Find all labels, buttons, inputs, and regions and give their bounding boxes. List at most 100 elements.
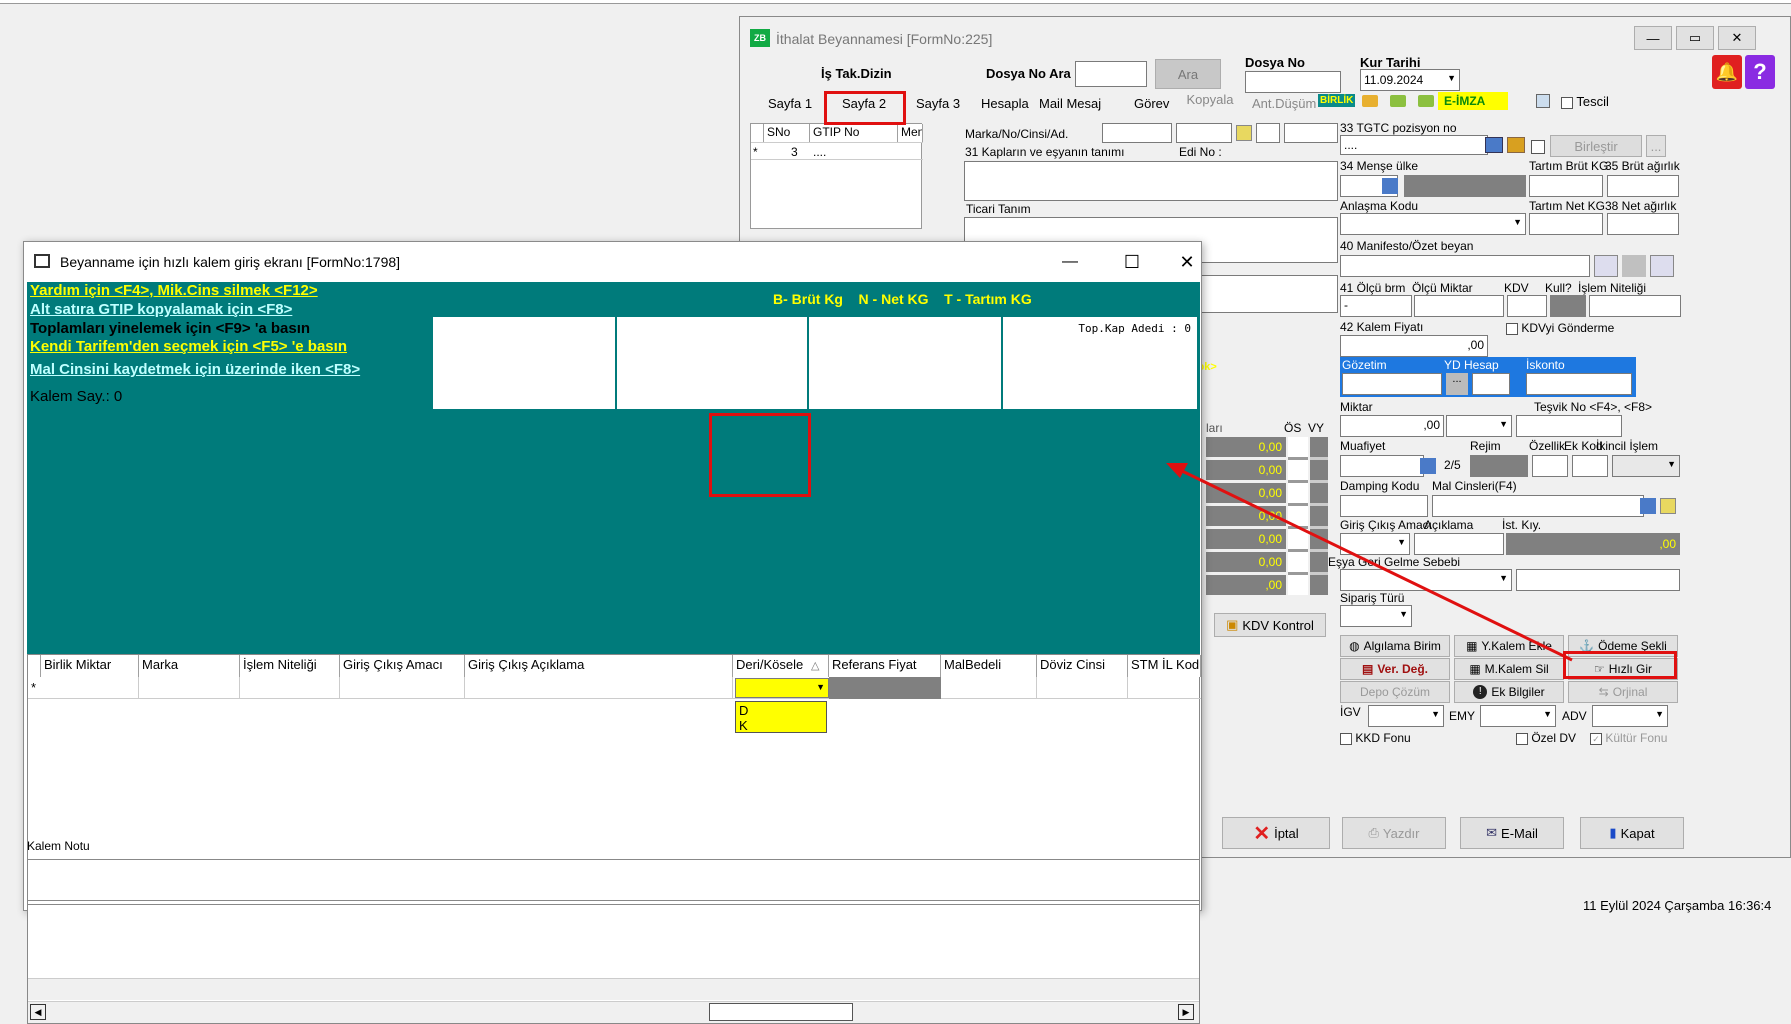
giris-cikis-dropdown[interactable]: [1340, 533, 1410, 555]
folder-export-icon[interactable]: [1418, 95, 1434, 107]
row-cell-amaci[interactable]: [340, 677, 465, 699]
ara-button[interactable]: Ara: [1155, 59, 1221, 89]
ozellik-input[interactable]: [1532, 455, 1568, 477]
birlestir-more-button[interactable]: ...: [1646, 135, 1666, 157]
col-deri-kosele[interactable]: Deri/Kösele △: [733, 655, 829, 677]
tab-gorev[interactable]: Görev: [1128, 92, 1175, 115]
anlasma-dropdown[interactable]: [1340, 213, 1526, 235]
row-cell-malbedeli[interactable]: [941, 677, 1037, 699]
is-tak-dizin-label[interactable]: İş Tak.Dizin: [821, 66, 892, 81]
grid-row[interactable]: * 3 ....: [751, 142, 923, 160]
col-birlik-miktar[interactable]: Birlik Miktar: [41, 655, 139, 677]
tab-sayfa-3[interactable]: Sayfa 3: [910, 92, 966, 115]
row-cell-birlik[interactable]: [41, 677, 139, 699]
kultur-fonu-checkbox[interactable]: ✓ Kültür Fonu: [1590, 731, 1667, 745]
igv-dropdown[interactable]: [1368, 705, 1444, 727]
kdv-input[interactable]: [1507, 295, 1547, 317]
ikincil-dropdown[interactable]: [1612, 455, 1680, 477]
col-islem-niteligi[interactable]: İşlem Niteliği: [240, 655, 340, 677]
islem-niteligi-input[interactable]: [1589, 295, 1681, 317]
mense-list-icon[interactable]: [1382, 178, 1398, 194]
dosya-no-ara-input[interactable]: [1075, 61, 1147, 87]
ver-deg-button[interactable]: ▤ Ver. Değ.: [1340, 658, 1450, 680]
olcu-brm-input[interactable]: -: [1340, 295, 1412, 317]
yazdir-button[interactable]: ⎙ Yazdır: [1342, 817, 1446, 849]
tesvik-input[interactable]: [1516, 415, 1622, 437]
kdv-kontrol-button[interactable]: ▣ KDV Kontrol: [1214, 613, 1326, 637]
tartim-brut-input[interactable]: [1529, 175, 1603, 197]
row-cell-doviz[interactable]: [1037, 677, 1128, 699]
kdvyi-gonderme-checkbox[interactable]: KDVyi Gönderme: [1506, 321, 1614, 335]
damping-input[interactable]: [1340, 495, 1428, 517]
hizli-gir-button[interactable]: ☞ Hızlı Gir: [1568, 658, 1678, 680]
maximize-button[interactable]: ▭: [1676, 26, 1714, 50]
iptal-button[interactable]: ✕ İptal: [1222, 817, 1330, 849]
miktar-unit-dropdown[interactable]: [1446, 415, 1512, 437]
dosya-no-input[interactable]: [1245, 71, 1341, 93]
brut-agirlik-input[interactable]: [1607, 175, 1679, 197]
muafiyet-input[interactable]: [1340, 455, 1424, 477]
tescil-checkbox[interactable]: Tescil: [1561, 94, 1609, 109]
help-icon[interactable]: ?: [1745, 55, 1775, 89]
tab-mail-mesaj[interactable]: Mail Mesaj: [1033, 92, 1107, 115]
adv-dropdown[interactable]: [1592, 705, 1668, 727]
aciklama-input[interactable]: [1414, 533, 1504, 555]
ek-bilgiler-button[interactable]: ! Ek Bilgiler: [1454, 681, 1564, 703]
esya-geri-input[interactable]: [1516, 569, 1680, 591]
kkd-fonu-checkbox[interactable]: KKD Fonu: [1340, 731, 1411, 745]
os-checkbox-column[interactable]: [1288, 437, 1308, 595]
e-imza-button[interactable]: E-İMZA: [1438, 92, 1508, 110]
algilama-birim-button[interactable]: ◍ Algılama Birim: [1340, 635, 1450, 657]
kur-tarihi-dropdown[interactable]: 11.09.2024: [1360, 69, 1460, 91]
col-stm-il-kodu[interactable]: STM İL Kodu: [1128, 655, 1201, 677]
scroll-left-arrow[interactable]: ◀: [30, 1004, 46, 1020]
emy-dropdown[interactable]: [1480, 705, 1556, 727]
folder-icon[interactable]: [1362, 95, 1378, 107]
row-cell-marka[interactable]: [139, 677, 240, 699]
manifesto-export-icon[interactable]: [1650, 255, 1674, 277]
list-icon[interactable]: [1485, 137, 1503, 153]
mal-cinsleri-input[interactable]: [1432, 495, 1644, 517]
muafiyet-list-icon[interactable]: [1420, 458, 1436, 474]
grid-header-gtip[interactable]: GTIP No: [810, 124, 898, 142]
option-d[interactable]: D: [739, 703, 748, 718]
depo-cozum-button[interactable]: Depo Çözüm: [1340, 681, 1450, 703]
mal-cinsleri-edit-icon[interactable]: [1660, 498, 1676, 514]
scroll-right-arrow[interactable]: ▶: [1178, 1004, 1194, 1020]
ek-kod-input[interactable]: [1572, 455, 1608, 477]
tgtc-input[interactable]: ....: [1340, 135, 1488, 155]
esya-geri-dropdown[interactable]: [1340, 569, 1512, 591]
tartim-net-input[interactable]: [1529, 213, 1603, 235]
iskonto-input[interactable]: [1526, 373, 1632, 395]
y-kalem-ekle-button[interactable]: ▦ Y.Kalem Ekle: [1454, 635, 1564, 657]
ozel-dv-checkbox[interactable]: Özel DV: [1516, 731, 1576, 745]
tab-hesapla[interactable]: Hesapla: [975, 92, 1035, 115]
dialog-minimize-button[interactable]: —: [1050, 248, 1090, 276]
marka-input-4[interactable]: [1284, 123, 1338, 143]
kalem-notu-input[interactable]: [27, 859, 1200, 901]
tgtc-checkbox[interactable]: [1531, 138, 1545, 154]
e-mail-button[interactable]: ✉ E-Mail: [1460, 817, 1564, 849]
miktar-input[interactable]: ,00: [1340, 415, 1444, 437]
folder-open-icon[interactable]: [1507, 137, 1525, 153]
col-mal-bedeli[interactable]: MalBedeli: [941, 655, 1037, 677]
yd-hesap-input[interactable]: [1472, 373, 1510, 395]
mal-cinsleri-list-icon[interactable]: [1640, 498, 1656, 514]
kapat-button[interactable]: ▮ Kapat: [1580, 817, 1684, 849]
birlestir-button[interactable]: Birleştir: [1550, 135, 1642, 157]
row-cell-aciklama[interactable]: [465, 677, 733, 699]
odeme-sekli-button[interactable]: ⚓ Ödeme Şekli: [1568, 635, 1678, 657]
birlik-badge[interactable]: BİRLİK: [1318, 94, 1356, 107]
col-marka[interactable]: Marka: [139, 655, 240, 677]
esya-tanimi-textarea[interactable]: [964, 161, 1338, 201]
col-giris-cikis-aciklama[interactable]: Giriş Çıkış Açıklama: [465, 655, 733, 677]
olcu-miktar-input[interactable]: [1414, 295, 1504, 317]
marka-input-3[interactable]: [1256, 123, 1280, 143]
kalem-fiyati-input[interactable]: ,00: [1340, 335, 1488, 357]
dialog-maximize-button[interactable]: ☐: [1112, 248, 1152, 276]
close-button[interactable]: ✕: [1718, 26, 1756, 50]
yd-hesap-button[interactable]: ...: [1446, 373, 1468, 395]
manifesto-input[interactable]: [1340, 255, 1590, 277]
gozetim-input[interactable]: [1342, 373, 1442, 395]
marka-input-2[interactable]: [1176, 123, 1232, 143]
